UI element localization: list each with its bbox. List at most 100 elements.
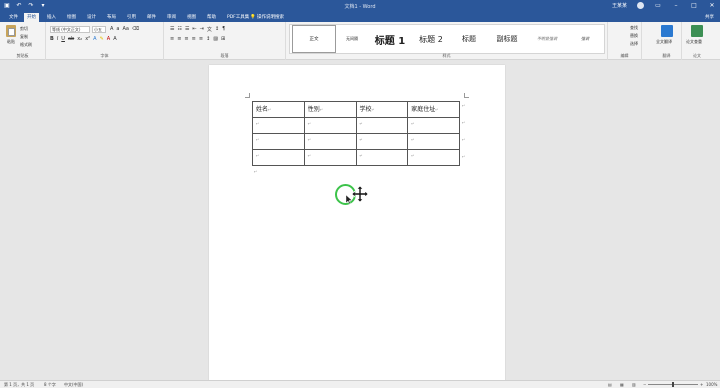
table-cell[interactable]: ↵ <box>252 133 305 150</box>
read-mode-icon[interactable]: ▤ <box>608 382 612 388</box>
tab-draw[interactable]: 绘图 <box>64 13 79 22</box>
language-indicator[interactable]: 中文(中国) <box>64 382 83 388</box>
ribbon-display-icon[interactable]: ▭ <box>654 2 662 9</box>
avatar[interactable] <box>637 2 644 9</box>
superscript-icon[interactable]: x² <box>85 36 90 42</box>
tab-references[interactable]: 引用 <box>124 13 139 22</box>
table-cell[interactable]: ↵ <box>303 149 357 166</box>
page-count[interactable]: 第 1 页，共 1 页 <box>4 382 34 388</box>
change-case-icon[interactable]: Aa <box>123 26 129 32</box>
multilevel-list-icon[interactable]: ☰ <box>185 26 189 33</box>
maximize-icon[interactable]: □ <box>690 2 698 9</box>
print-layout-icon[interactable]: ▦ <box>620 382 624 388</box>
line-spacing-icon[interactable]: ↕ <box>206 36 210 42</box>
table-cell[interactable]: 家庭住址↵ <box>407 101 460 118</box>
tab-design[interactable]: 设计 <box>84 13 99 22</box>
subscript-icon[interactable]: x₂ <box>77 36 82 42</box>
style-no-spacing[interactable]: 无间隔 <box>336 25 368 53</box>
table-cell[interactable]: ↵ <box>355 117 409 134</box>
document-area[interactable]: 姓名↵ 性别↵ 学校↵ 家庭住址↵ ↵ ↵ ↵ ↵ ↵ ↵ ↵ ↵ ↵ ↵ ↵ … <box>0 61 720 385</box>
translate-button[interactable]: 全文翻译 <box>656 39 672 45</box>
align-right-icon[interactable]: ≡ <box>184 36 188 42</box>
distribute-icon[interactable]: ≡ <box>199 36 203 42</box>
copy-button[interactable]: 复制 <box>20 34 28 40</box>
shading-icon[interactable]: ▨ <box>213 36 218 42</box>
strikethrough-icon[interactable]: ab <box>68 36 74 42</box>
text-effects-icon[interactable]: A <box>93 36 96 42</box>
tab-view[interactable]: 视图 <box>184 13 199 22</box>
underline-icon[interactable]: U <box>61 36 65 42</box>
clear-format-icon[interactable]: ⌫ <box>132 26 139 32</box>
zoom-in-icon[interactable]: + <box>700 382 703 388</box>
tab-home[interactable]: 开始 <box>24 13 39 22</box>
share-button[interactable]: 共享 <box>705 13 714 22</box>
table-cell[interactable]: 姓名↵ <box>252 101 305 118</box>
table-cell[interactable]: ↵ <box>407 149 460 166</box>
tell-me-search[interactable]: 💡 操作说明搜索 <box>250 13 284 22</box>
align-center-icon[interactable]: ≡ <box>177 36 181 42</box>
chinese-layout-icon[interactable]: 文 <box>207 26 212 33</box>
replace-button[interactable]: 替换 <box>630 33 638 39</box>
shrink-font-icon[interactable]: a <box>116 26 119 32</box>
close-icon[interactable]: ✕ <box>708 2 716 9</box>
table-cell[interactable]: ↵ <box>252 149 305 166</box>
align-left-icon[interactable]: ≡ <box>170 36 174 42</box>
select-button[interactable]: 选择 <box>630 41 638 47</box>
style-subtle-emphasis[interactable]: 不明显强调 <box>526 25 568 53</box>
translate-icon[interactable] <box>661 25 673 37</box>
show-marks-icon[interactable]: ¶ <box>222 26 225 33</box>
format-painter-button[interactable]: 格式刷 <box>20 42 32 48</box>
table-cell[interactable]: ↵ <box>407 133 460 150</box>
borders-icon[interactable]: ⊞ <box>221 36 225 42</box>
italic-icon[interactable]: I <box>57 36 58 42</box>
word-count[interactable]: 8 个字 <box>44 382 56 388</box>
table-cell[interactable]: ↵ <box>303 117 357 134</box>
paper-check-button[interactable]: 论文查重 <box>686 39 702 45</box>
style-title[interactable]: 标题 <box>450 25 488 53</box>
table-cell[interactable]: 学校↵ <box>355 101 409 118</box>
table-cell[interactable]: ↵ <box>303 133 357 150</box>
document-table[interactable]: 姓名↵ 性别↵ 学校↵ 家庭住址↵ ↵ ↵ ↵ ↵ ↵ ↵ ↵ ↵ ↵ ↵ ↵ … <box>252 101 460 166</box>
bold-icon[interactable]: B <box>50 36 54 42</box>
tab-file[interactable]: 文件 <box>6 13 21 22</box>
highlight-icon[interactable]: ✎ <box>100 36 104 42</box>
table-cell[interactable]: ↵ <box>355 133 409 150</box>
bullets-icon[interactable]: ☰ <box>170 26 174 33</box>
user-name[interactable]: 王某某 <box>612 2 627 9</box>
justify-icon[interactable]: ≡ <box>192 36 196 42</box>
font-color-icon[interactable]: A <box>107 36 110 42</box>
sort-icon[interactable]: ↕ <box>215 26 219 33</box>
char-shading-icon[interactable]: A <box>113 36 116 42</box>
web-layout-icon[interactable]: ▥ <box>632 382 636 388</box>
find-button[interactable]: 查找 <box>630 25 638 31</box>
style-subtitle[interactable]: 副标题 <box>488 25 526 53</box>
grow-font-icon[interactable]: A <box>110 26 113 32</box>
tab-layout[interactable]: 布局 <box>104 13 119 22</box>
zoom-slider[interactable] <box>648 382 698 387</box>
tab-help[interactable]: 帮助 <box>204 13 219 22</box>
tab-review[interactable]: 审阅 <box>164 13 179 22</box>
style-normal[interactable]: 正文 <box>292 25 336 53</box>
style-heading-1[interactable]: 标题 1 <box>368 25 412 53</box>
tab-insert[interactable]: 插入 <box>44 13 59 22</box>
document-page[interactable]: 姓名↵ 性别↵ 学校↵ 家庭住址↵ ↵ ↵ ↵ ↵ ↵ ↵ ↵ ↵ ↵ ↵ ↵ … <box>209 65 505 385</box>
paper-check-icon[interactable] <box>691 25 703 37</box>
table-cell[interactable]: ↵ <box>252 117 305 134</box>
font-name-select[interactable]: 等线 (中文正文) <box>50 26 90 33</box>
cut-button[interactable]: 剪切 <box>20 26 28 32</box>
table-cell[interactable]: ↵ <box>355 149 409 166</box>
tab-pdf-tools[interactable]: PDF工具集 <box>224 13 252 22</box>
numbering-icon[interactable]: ☷ <box>177 26 181 33</box>
style-heading-2[interactable]: 标题 2 <box>412 25 450 53</box>
tab-mailings[interactable]: 邮件 <box>144 13 159 22</box>
paste-button[interactable]: 粘贴 <box>4 25 18 45</box>
zoom-level[interactable]: 100% <box>706 382 717 388</box>
minimize-icon[interactable]: – <box>672 2 680 9</box>
zoom-out-icon[interactable]: − <box>643 382 646 388</box>
increase-indent-icon[interactable]: ⇥ <box>200 26 204 33</box>
font-size-select[interactable]: 小五 <box>92 26 106 33</box>
decrease-indent-icon[interactable]: ⇤ <box>192 26 196 33</box>
style-emphasis[interactable]: 强调 <box>568 25 602 53</box>
table-cell[interactable]: ↵ <box>407 117 460 134</box>
zoom-slider-thumb[interactable] <box>672 382 674 387</box>
